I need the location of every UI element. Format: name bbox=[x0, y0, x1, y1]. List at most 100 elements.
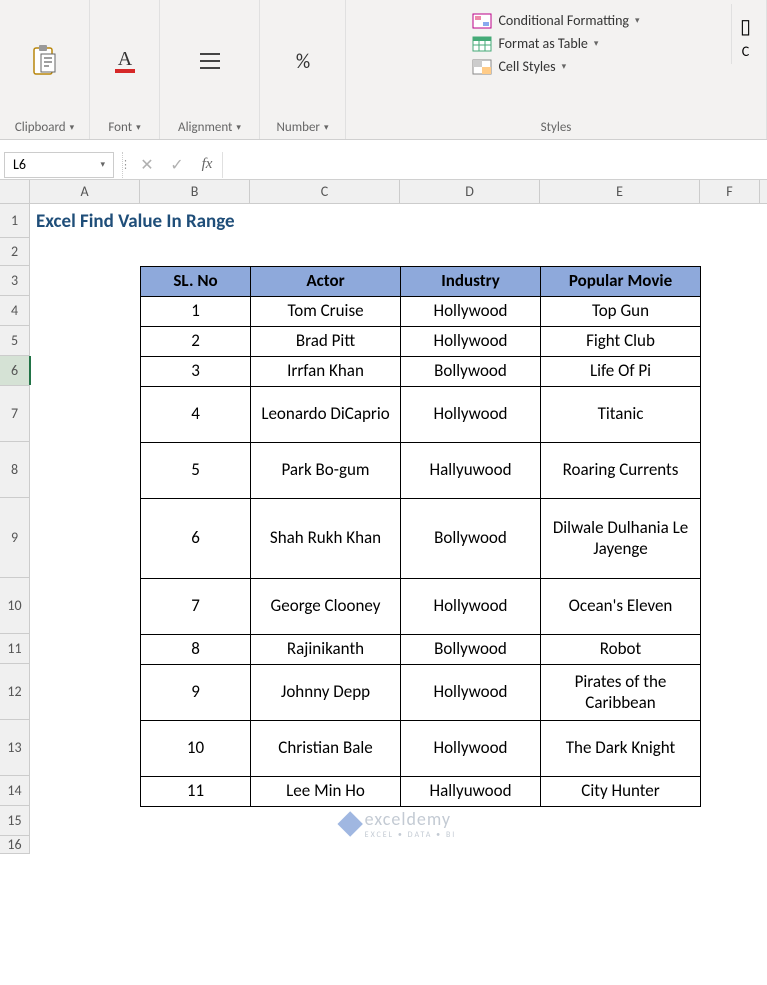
name-box-value: L6 bbox=[13, 156, 26, 173]
table-cell[interactable]: Hallyuwood bbox=[401, 777, 541, 807]
font-color-button[interactable]: A bbox=[97, 39, 153, 83]
row-header[interactable]: 5 bbox=[0, 326, 30, 356]
column-header[interactable]: F bbox=[700, 180, 760, 203]
row-header[interactable]: 1 bbox=[0, 204, 30, 238]
table-cell[interactable]: Lee Min Ho bbox=[251, 777, 401, 807]
table-cell[interactable]: 7 bbox=[141, 579, 251, 635]
table-cell[interactable]: 8 bbox=[141, 635, 251, 665]
table-header[interactable]: Actor bbox=[251, 267, 401, 297]
cutoff-button[interactable]: ▯ C bbox=[731, 4, 759, 64]
row-header[interactable]: 8 bbox=[0, 442, 30, 498]
row-header[interactable]: 2 bbox=[0, 238, 30, 266]
table-header[interactable]: Popular Movie bbox=[541, 267, 701, 297]
chevron-down-icon[interactable]: ▾ bbox=[236, 122, 241, 133]
table-cell[interactable]: 2 bbox=[141, 327, 251, 357]
table-header[interactable]: SL. No bbox=[141, 267, 251, 297]
clipboard-group: Clipboard▾ bbox=[0, 0, 90, 139]
table-cell[interactable]: 6 bbox=[141, 499, 251, 579]
row-header[interactable]: 14 bbox=[0, 776, 30, 806]
column-header[interactable]: E bbox=[540, 180, 700, 203]
table-row: 5Park Bo-gumHallyuwoodRoaring Currents bbox=[141, 443, 701, 499]
row-header[interactable]: 7 bbox=[0, 386, 30, 442]
table-cell[interactable]: 3 bbox=[141, 357, 251, 387]
table-cell[interactable]: Leonardo DiCaprio bbox=[251, 387, 401, 443]
watermark: exceldemy EXCEL • DATA • BI bbox=[341, 808, 457, 840]
row-header[interactable]: 9 bbox=[0, 498, 30, 578]
alignment-button[interactable] bbox=[182, 39, 238, 83]
conditional-formatting-button[interactable]: Conditional Formatting ▾ bbox=[468, 10, 643, 31]
chevron-down-icon[interactable]: ▾ bbox=[70, 122, 75, 133]
table-cell[interactable]: Hollywood bbox=[401, 579, 541, 635]
table-cell[interactable]: Bollywood bbox=[401, 499, 541, 579]
table-cell[interactable]: Shah Rukh Khan bbox=[251, 499, 401, 579]
row-header[interactable]: 13 bbox=[0, 720, 30, 776]
table-cell[interactable]: Bollywood bbox=[401, 635, 541, 665]
table-cell[interactable]: 1 bbox=[141, 297, 251, 327]
column-header[interactable]: C bbox=[250, 180, 400, 203]
table-cell[interactable]: Fight Club bbox=[541, 327, 701, 357]
column-header[interactable]: D bbox=[400, 180, 540, 203]
table-cell[interactable]: Top Gun bbox=[541, 297, 701, 327]
row-header[interactable]: 11 bbox=[0, 634, 30, 664]
row-header[interactable]: 6 bbox=[0, 356, 30, 386]
table-cell[interactable]: 10 bbox=[141, 721, 251, 777]
column-header[interactable]: A bbox=[30, 180, 140, 203]
row-header[interactable]: 4 bbox=[0, 296, 30, 326]
table-cell[interactable]: Tom Cruise bbox=[251, 297, 401, 327]
cell-styles-button[interactable]: Cell Styles ▾ bbox=[468, 56, 570, 77]
percent-icon: % bbox=[285, 43, 321, 79]
row-header[interactable]: 10 bbox=[0, 578, 30, 634]
table-cell[interactable]: City Hunter bbox=[541, 777, 701, 807]
cells-area[interactable]: Excel Find Value In Range SL. NoActorInd… bbox=[30, 204, 767, 854]
formula-bar: L6 ▾ ⋮ ✕ ✓ fx bbox=[0, 150, 767, 180]
table-cell[interactable]: 5 bbox=[141, 443, 251, 499]
chevron-down-icon[interactable]: ▾ bbox=[136, 122, 141, 133]
table-cell[interactable]: Johnny Depp bbox=[251, 665, 401, 721]
number-format-button[interactable]: % bbox=[275, 39, 331, 83]
font-group: A Font▾ bbox=[90, 0, 160, 139]
cancel-button[interactable]: ✕ bbox=[132, 152, 162, 178]
table-cell[interactable]: George Clooney bbox=[251, 579, 401, 635]
enter-button[interactable]: ✓ bbox=[162, 152, 192, 178]
row-header[interactable]: 15 bbox=[0, 806, 30, 836]
paste-button[interactable] bbox=[17, 39, 73, 83]
table-cell[interactable]: Park Bo-gum bbox=[251, 443, 401, 499]
svg-text:A: A bbox=[117, 48, 132, 70]
chevron-down-icon[interactable]: ▾ bbox=[100, 159, 105, 170]
table-cell[interactable]: Robot bbox=[541, 635, 701, 665]
table-cell[interactable]: Rajinikanth bbox=[251, 635, 401, 665]
row-header[interactable]: 12 bbox=[0, 664, 30, 720]
table-cell[interactable]: Life Of Pi bbox=[541, 357, 701, 387]
table-cell[interactable]: Hollywood bbox=[401, 327, 541, 357]
table-cell[interactable]: Titanic bbox=[541, 387, 701, 443]
row-headers: 12345678910111213141516 bbox=[0, 204, 30, 854]
formula-input[interactable] bbox=[222, 152, 767, 178]
column-header[interactable]: B bbox=[140, 180, 250, 203]
row-header[interactable]: 16 bbox=[0, 836, 30, 854]
insert-function-button[interactable]: fx bbox=[192, 152, 222, 178]
table-cell[interactable]: Roaring Currents bbox=[541, 443, 701, 499]
table-header[interactable]: Industry bbox=[401, 267, 541, 297]
chevron-down-icon[interactable]: ▾ bbox=[324, 122, 329, 133]
table-cell[interactable]: 9 bbox=[141, 665, 251, 721]
table-cell[interactable]: Christian Bale bbox=[251, 721, 401, 777]
table-cell[interactable]: The Dark Knight bbox=[541, 721, 701, 777]
table-cell[interactable]: Hollywood bbox=[401, 665, 541, 721]
table-cell[interactable]: Hallyuwood bbox=[401, 443, 541, 499]
name-box[interactable]: L6 ▾ bbox=[4, 152, 114, 178]
table-cell[interactable]: Bollywood bbox=[401, 357, 541, 387]
conditional-formatting-label: Conditional Formatting bbox=[498, 12, 629, 29]
row-header[interactable]: 3 bbox=[0, 266, 30, 296]
format-as-table-button[interactable]: Format as Table ▾ bbox=[468, 33, 602, 54]
table-cell[interactable]: Pirates of the Caribbean bbox=[541, 665, 701, 721]
table-cell[interactable]: Dilwale Dulhania Le Jayenge bbox=[541, 499, 701, 579]
table-cell[interactable]: Irrfan Khan bbox=[251, 357, 401, 387]
table-cell[interactable]: Hollywood bbox=[401, 297, 541, 327]
table-cell[interactable]: 4 bbox=[141, 387, 251, 443]
table-cell[interactable]: 11 bbox=[141, 777, 251, 807]
table-cell[interactable]: Hollywood bbox=[401, 721, 541, 777]
select-all-corner[interactable] bbox=[0, 180, 30, 203]
table-cell[interactable]: Hollywood bbox=[401, 387, 541, 443]
table-cell[interactable]: Brad Pitt bbox=[251, 327, 401, 357]
table-cell[interactable]: Ocean's Eleven bbox=[541, 579, 701, 635]
